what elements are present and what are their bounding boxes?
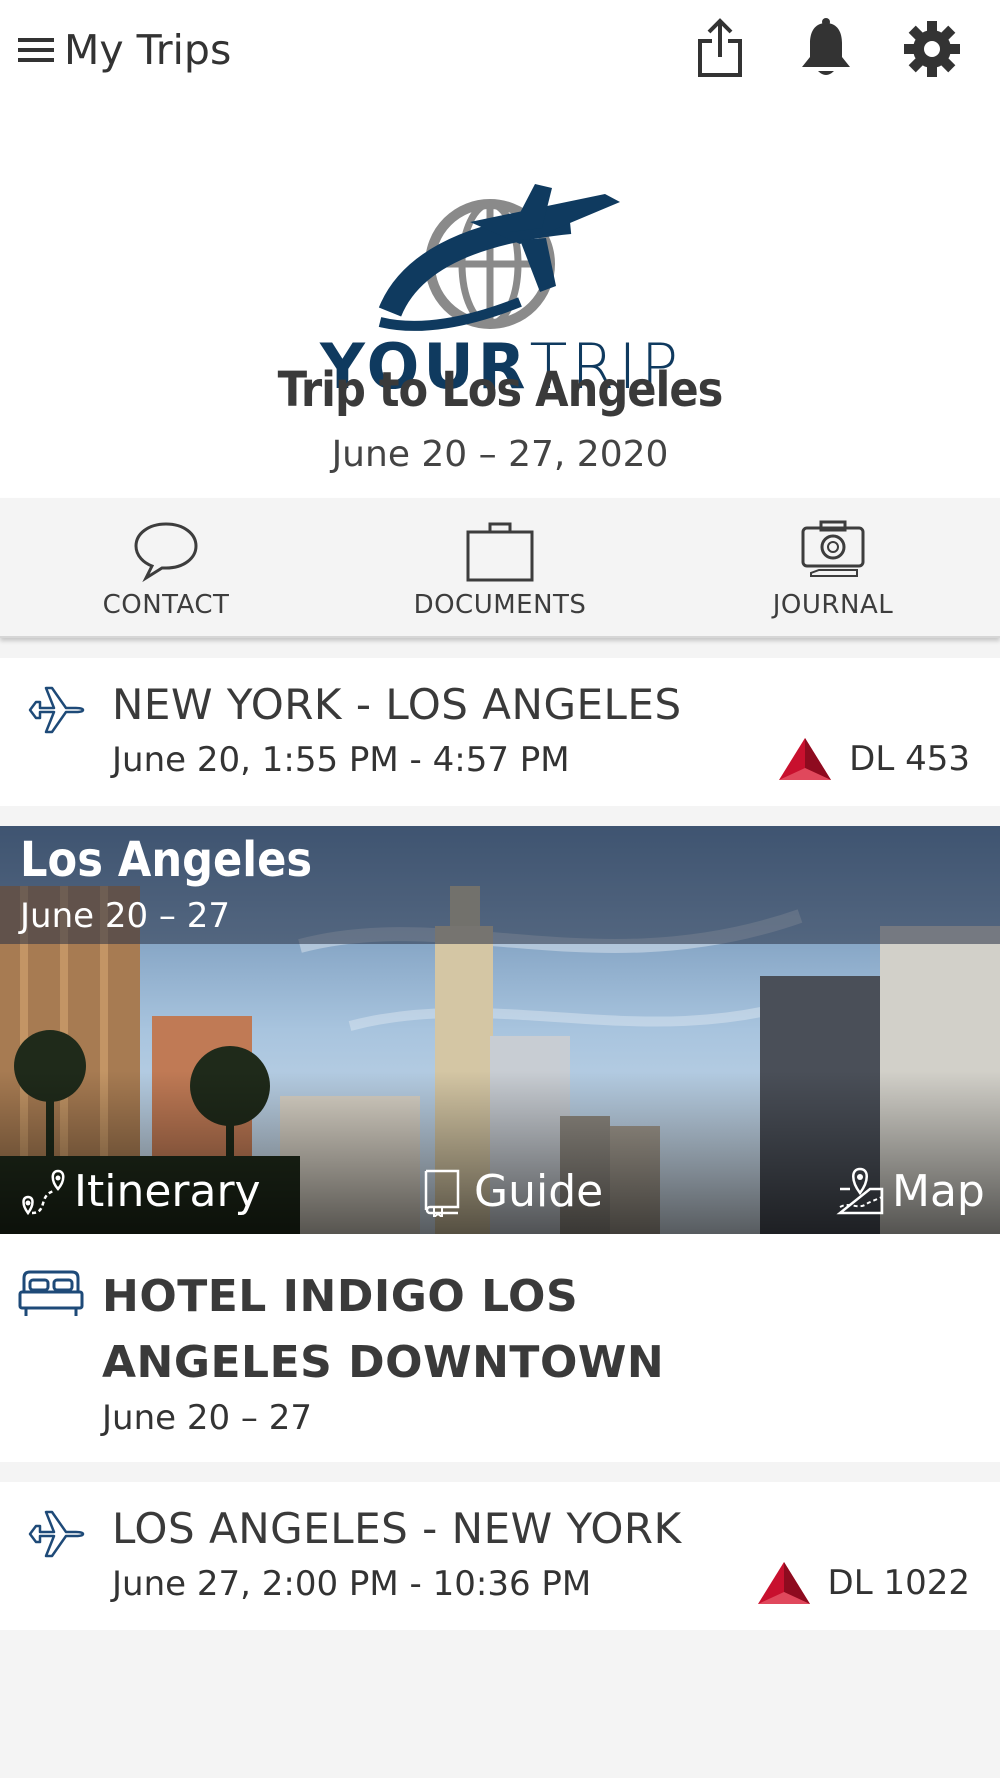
trip-dates: June 20 – 27, 2020 xyxy=(331,434,669,475)
contact-button[interactable]: CONTACT xyxy=(36,518,296,628)
trip-header: YOURTRIP Trip to Los Angeles June 20 – 2… xyxy=(0,100,1000,498)
itinerary-label: Itinerary xyxy=(74,1166,261,1217)
guide-label: Guide xyxy=(474,1166,604,1217)
journal-button[interactable]: JOURNAL xyxy=(703,518,963,628)
delta-logo-icon xyxy=(779,738,832,780)
flight-route: NEW YORK - LOS ANGELES xyxy=(112,680,682,729)
hotel-name-line1: HOTEL INDIGO LOS xyxy=(102,1271,579,1322)
hotel-name: HOTEL INDIGO LOS ANGELES DOWNTOWN xyxy=(102,1264,702,1396)
settings-button[interactable] xyxy=(900,14,964,84)
menu-icon xyxy=(18,38,54,62)
flight-card-return[interactable]: LOS ANGELES - NEW YORK June 27, 2:00 PM … xyxy=(0,1482,1000,1630)
journal-label: JOURNAL xyxy=(772,590,894,620)
destination-card[interactable]: Los Angeles June 20 – 27 Itinerary Guide… xyxy=(0,826,1000,1234)
bell-icon xyxy=(802,18,850,75)
camera-icon xyxy=(801,520,865,577)
flight-number: DL 453 xyxy=(849,739,970,779)
bed-icon xyxy=(18,1270,84,1316)
quick-actions-bar: CONTACT DOCUMENTS JOURNAL xyxy=(0,498,1000,638)
route-icon xyxy=(22,1169,65,1215)
hotel-card[interactable]: HOTEL INDIGO LOS ANGELES DOWNTOWN June 2… xyxy=(0,1234,1000,1462)
flight-number: DL 1022 xyxy=(827,1563,970,1603)
my-trips-label: My Trips xyxy=(64,26,232,74)
airline-info: DL 1022 xyxy=(756,1560,970,1606)
speech-bubble-icon xyxy=(134,522,198,583)
contact-label: CONTACT xyxy=(102,590,230,620)
my-trips-menu-button[interactable]: My Trips xyxy=(16,22,231,78)
notifications-button[interactable] xyxy=(794,14,858,84)
share-icon xyxy=(698,18,742,77)
share-button[interactable] xyxy=(688,14,752,84)
documents-label: DOCUMENTS xyxy=(413,590,587,620)
map-link[interactable]: Map xyxy=(836,1166,985,1217)
flight-card-outbound[interactable]: NEW YORK - LOS ANGELES June 20, 1:55 PM … xyxy=(0,658,1000,806)
map-pin-icon xyxy=(836,1167,884,1214)
briefcase-icon xyxy=(466,522,534,582)
flight-route: LOS ANGELES - NEW YORK xyxy=(112,1504,682,1553)
airplane-icon xyxy=(28,686,85,734)
airline-info: DL 453 xyxy=(777,736,970,782)
hotel-dates: June 20 – 27 xyxy=(102,1398,312,1438)
gear-icon xyxy=(904,21,960,77)
top-bar: My Trips xyxy=(0,0,1000,100)
airplane-icon xyxy=(28,1510,85,1558)
trip-title: Trip to Los Angeles xyxy=(277,362,724,418)
delta-logo-icon xyxy=(757,1562,810,1604)
book-icon xyxy=(424,1169,460,1217)
guide-link[interactable]: Guide xyxy=(418,1166,603,1217)
documents-button[interactable]: DOCUMENTS xyxy=(370,518,630,628)
flight-time: June 27, 2:00 PM - 10:36 PM xyxy=(112,1564,592,1604)
flight-time: June 20, 1:55 PM - 4:57 PM xyxy=(112,740,570,780)
hotel-name-line2: ANGELES DOWNTOWN xyxy=(102,1337,665,1388)
map-label: Map xyxy=(892,1166,985,1217)
destination-name: Los Angeles xyxy=(20,832,313,888)
itinerary-link[interactable]: Itinerary xyxy=(18,1166,261,1217)
destination-dates: June 20 – 27 xyxy=(20,896,230,936)
